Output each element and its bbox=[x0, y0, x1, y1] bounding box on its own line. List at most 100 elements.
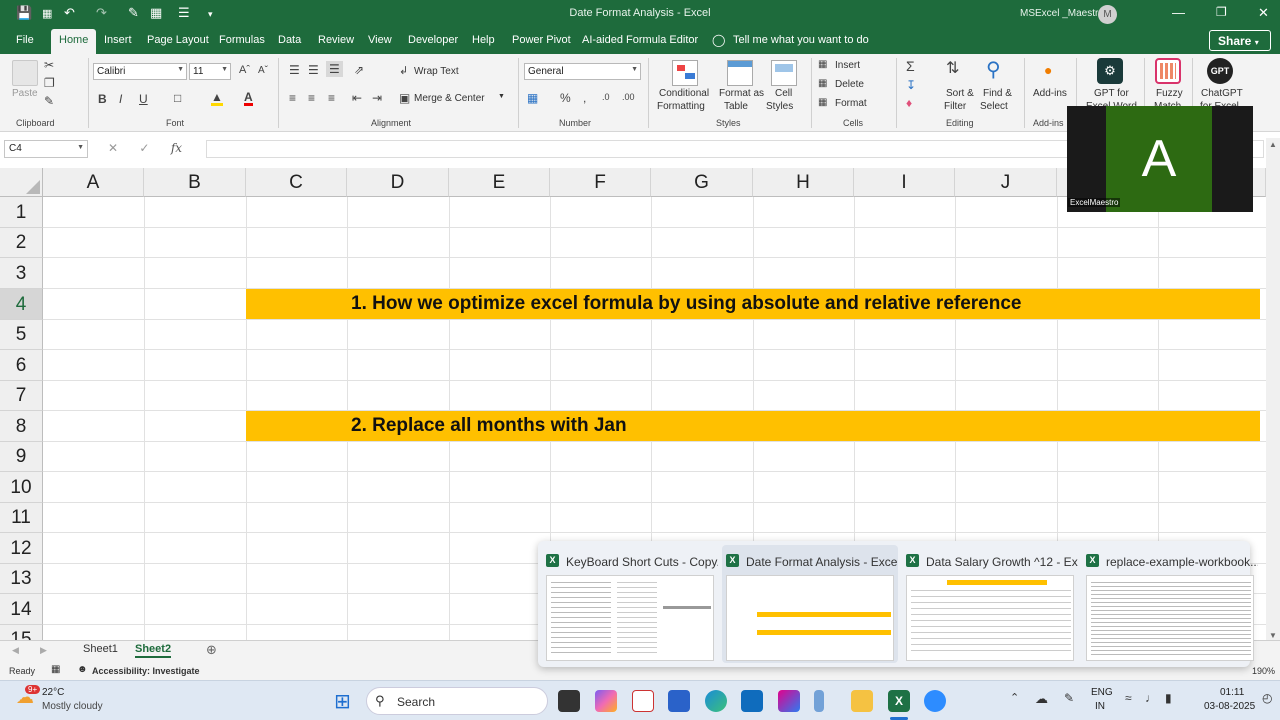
wrap-text-icon[interactable]: ↲ bbox=[399, 64, 408, 77]
preview-keyboard-shortcuts[interactable]: X KeyBoard Short Cuts - Copy... bbox=[542, 545, 718, 663]
file-explorer-icon[interactable] bbox=[851, 690, 873, 712]
vertical-scrollbar[interactable]: ▲ ▼ bbox=[1266, 138, 1280, 642]
tell-me-search[interactable]: Tell me what you want to do bbox=[733, 34, 869, 46]
tab-data[interactable]: Data bbox=[278, 34, 301, 46]
sheet-next-icon[interactable]: ▶ bbox=[40, 645, 47, 656]
decrease-font-icon[interactable]: Aˇ bbox=[258, 65, 268, 76]
preview-date-format-analysis[interactable]: X Date Format Analysis - Excel bbox=[722, 545, 898, 663]
sheet-prev-icon[interactable]: ◀ bbox=[12, 645, 19, 656]
task-view-icon[interactable] bbox=[558, 690, 580, 712]
clear-icon[interactable]: ♦ bbox=[906, 96, 912, 110]
merge-center-button[interactable]: Merge & Center bbox=[414, 93, 485, 104]
accessibility-icon[interactable]: ☻ bbox=[77, 664, 88, 675]
cancel-icon[interactable]: ✕ bbox=[108, 141, 118, 155]
copilot-icon[interactable] bbox=[595, 690, 617, 712]
addins-button[interactable]: Add-ins bbox=[1033, 88, 1067, 99]
select-all-corner[interactable] bbox=[0, 168, 43, 197]
delete-cells-button[interactable]: Delete bbox=[835, 79, 864, 90]
wifi-icon[interactable]: ≈ bbox=[1125, 691, 1132, 705]
paste-icon[interactable] bbox=[12, 60, 38, 86]
copy-icon[interactable]: ❐ bbox=[44, 76, 55, 90]
fill-icon[interactable]: ↧ bbox=[906, 78, 916, 92]
sheet-tab-sheet1[interactable]: Sheet1 bbox=[83, 643, 118, 655]
format-painter-icon[interactable]: ✎ bbox=[44, 94, 54, 108]
align-top-icon[interactable]: ☰ bbox=[289, 63, 300, 77]
weather-temp[interactable]: 22°C bbox=[42, 687, 64, 698]
account-name[interactable]: MSExcel _Maestro bbox=[1020, 8, 1104, 19]
tab-page-layout[interactable]: Page Layout bbox=[147, 34, 209, 46]
macro-icon[interactable]: ▦ bbox=[51, 664, 60, 675]
scroll-down-icon[interactable]: ▼ bbox=[1269, 631, 1277, 640]
sort-filter-line2[interactable]: Filter bbox=[944, 101, 966, 112]
taskbar-search[interactable]: ⚲ Search bbox=[366, 687, 548, 715]
row-header-6[interactable]: 6 bbox=[0, 350, 43, 381]
excel-taskbar-icon[interactable]: X bbox=[888, 690, 910, 712]
find-select-line1[interactable]: Find & bbox=[983, 88, 1012, 99]
cell-c8-banner[interactable]: 2. Replace all months with Jan bbox=[246, 411, 1260, 441]
app-icon[interactable] bbox=[814, 690, 824, 712]
align-right-icon[interactable]: ≡ bbox=[328, 91, 335, 105]
conditional-formatting-icon[interactable] bbox=[672, 60, 698, 86]
language-primary[interactable]: ENG bbox=[1091, 687, 1113, 698]
store-icon[interactable] bbox=[668, 690, 690, 712]
clock-date[interactable]: 03-08-2025 bbox=[1204, 701, 1255, 712]
row-header-3[interactable]: 3 bbox=[0, 258, 43, 289]
name-box[interactable]: C4 ▼ bbox=[4, 140, 88, 158]
merge-icon[interactable]: ▣ bbox=[399, 91, 410, 105]
align-middle-icon[interactable]: ☰ bbox=[308, 63, 319, 77]
font-size-select[interactable]: 11 ▼ bbox=[189, 63, 231, 80]
notifications-icon[interactable]: ◴ bbox=[1262, 691, 1272, 705]
tab-help[interactable]: Help bbox=[472, 34, 495, 46]
increase-indent-icon[interactable]: ⇥ bbox=[372, 91, 382, 105]
start-icon[interactable]: ⊞ bbox=[334, 689, 351, 714]
gpt-for-excel-icon[interactable]: ⚙ bbox=[1097, 58, 1123, 84]
tab-developer[interactable]: Developer bbox=[408, 34, 458, 46]
minimize-icon[interactable]: — bbox=[1172, 5, 1185, 20]
addins-icon[interactable]: ● bbox=[1044, 62, 1052, 78]
underline-icon[interactable]: U bbox=[139, 92, 148, 106]
battery-icon[interactable]: ▮ bbox=[1165, 691, 1172, 705]
close-icon[interactable]: ✕ bbox=[1258, 5, 1269, 21]
sort-filter-line1[interactable]: Sort & bbox=[946, 88, 974, 99]
fill-color-icon[interactable]: ▲ bbox=[211, 91, 223, 106]
row-header-9[interactable]: 9 bbox=[0, 442, 43, 472]
row-header-12[interactable]: 12 bbox=[0, 533, 43, 564]
gpt-for-excel-line1[interactable]: GPT for bbox=[1094, 88, 1129, 99]
m365-icon[interactable] bbox=[778, 690, 800, 712]
align-left-icon[interactable]: ≡ bbox=[289, 91, 296, 105]
column-header-e[interactable]: E bbox=[449, 168, 550, 197]
wrap-text-button[interactable]: Wrap Text bbox=[414, 66, 459, 77]
fuzzy-match-icon[interactable] bbox=[1155, 58, 1181, 84]
row-header-1[interactable]: 1 bbox=[0, 197, 43, 228]
align-center-icon[interactable]: ≡ bbox=[308, 91, 315, 105]
autosum-icon[interactable]: Σ bbox=[906, 58, 915, 74]
tab-home[interactable]: Home bbox=[51, 29, 97, 54]
tab-power-pivot[interactable]: Power Pivot bbox=[512, 34, 571, 46]
enter-icon[interactable]: ✓ bbox=[139, 141, 149, 155]
delete-cells-icon[interactable]: ▦ bbox=[818, 78, 827, 89]
column-header-c[interactable]: C bbox=[246, 168, 347, 197]
tab-review[interactable]: Review bbox=[318, 34, 354, 46]
tab-formulas[interactable]: Formulas bbox=[219, 34, 265, 46]
snipping-tool-icon[interactable] bbox=[632, 690, 654, 712]
edge-icon[interactable] bbox=[705, 690, 727, 712]
column-header-j[interactable]: J bbox=[955, 168, 1057, 197]
weather-desc[interactable]: Mostly cloudy bbox=[42, 701, 103, 712]
align-bottom-icon[interactable]: ☰ bbox=[326, 61, 343, 77]
share-button[interactable]: Share ▾ bbox=[1209, 30, 1271, 51]
clock-time[interactable]: 01:11 bbox=[1220, 687, 1244, 698]
tray-overflow-icon[interactable]: ⌃ bbox=[1010, 691, 1019, 704]
cell-styles-line1[interactable]: Cell bbox=[775, 88, 792, 99]
font-name-select[interactable]: Calibri ▼ bbox=[93, 63, 187, 80]
row-header-13[interactable]: 13 bbox=[0, 564, 43, 594]
row-header-15[interactable]: 15 bbox=[0, 625, 43, 640]
column-header-i[interactable]: I bbox=[854, 168, 955, 197]
format-as-table-icon[interactable] bbox=[727, 60, 753, 86]
row-header-8[interactable]: 8 bbox=[0, 411, 43, 442]
conditional-formatting-line1[interactable]: Conditional bbox=[659, 88, 709, 99]
chatgpt-for-excel-icon[interactable]: GPT bbox=[1207, 58, 1233, 84]
row-header-5[interactable]: 5 bbox=[0, 320, 43, 350]
cut-icon[interactable]: ✂ bbox=[44, 58, 54, 72]
conditional-formatting-line2[interactable]: Formatting bbox=[657, 101, 705, 112]
column-header-g[interactable]: G bbox=[651, 168, 753, 197]
